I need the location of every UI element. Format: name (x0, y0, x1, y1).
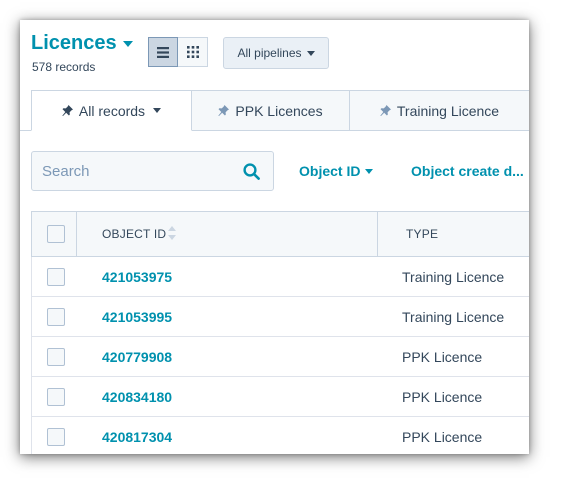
pipelines-label: All pipelines (237, 46, 302, 60)
tab-training-licence[interactable]: Training Licence (349, 90, 529, 131)
tab-label: PPK Licences (235, 102, 323, 119)
tab-label: All records (78, 102, 146, 119)
select-all-checkbox[interactable] (47, 225, 65, 243)
object-id-link[interactable]: 420817304 (102, 429, 172, 445)
caret-down-icon (153, 108, 162, 113)
object-id-link[interactable]: 421053975 (102, 269, 172, 285)
type-cell: Training Licence (402, 269, 505, 285)
pipelines-dropdown[interactable]: All pipelines (223, 37, 329, 69)
row-checkbox[interactable] (47, 308, 65, 326)
type-cell: PPK Licence (402, 429, 483, 445)
object-id-link[interactable]: 421053995 (102, 309, 172, 325)
object-id-link[interactable]: 420779908 (102, 349, 172, 365)
column-header-type[interactable]: TYPE (406, 227, 438, 241)
list-view-button[interactable] (148, 37, 178, 67)
table-row: 421053975 Training Licence (31, 257, 529, 297)
row-checkbox[interactable] (47, 348, 65, 366)
caret-down-icon (365, 168, 374, 174)
table-row: 420817304 PPK Licence (31, 417, 529, 454)
search-field (31, 151, 274, 191)
row-checkbox[interactable] (47, 388, 65, 406)
object-id-filter[interactable]: Object ID (299, 163, 374, 179)
table-row: 420834180 PPK Licence (31, 377, 529, 417)
pin-icon (218, 105, 230, 116)
filter-label: Object ID (299, 163, 361, 179)
type-cell: PPK Licence (402, 349, 483, 365)
list-view-icon (157, 46, 169, 58)
records-count: 578 records (32, 60, 96, 74)
tab-all-records[interactable]: All records (31, 90, 192, 131)
tab-label: Training Licence (396, 102, 500, 119)
filter-label: Object create d... (411, 163, 524, 179)
table-header: OBJECT ID TYPE (31, 211, 529, 257)
column-divider (76, 212, 77, 256)
column-header-object-id[interactable]: OBJECT ID (102, 227, 166, 241)
tab-ppk-licences[interactable]: PPK Licences (191, 90, 350, 131)
view-toggle (148, 37, 208, 67)
search-input[interactable] (32, 151, 234, 191)
pin-icon (62, 105, 73, 116)
table-row: 420779908 PPK Licence (31, 337, 529, 377)
grid-view-icon (186, 46, 199, 58)
page-title: Licences (31, 32, 117, 54)
board-view-button[interactable] (178, 37, 208, 67)
table-row: 421053995 Training Licence (31, 297, 529, 337)
column-divider (377, 212, 378, 256)
type-cell: Training Licence (402, 309, 505, 325)
caret-down-icon (122, 40, 133, 47)
object-create-date-filter[interactable]: Object create d... (411, 163, 524, 179)
pin-icon (380, 105, 391, 116)
caret-down-icon (306, 50, 315, 56)
licences-panel: Licences 578 records All pipelines All r… (20, 20, 529, 454)
row-checkbox[interactable] (47, 268, 65, 286)
search-icon[interactable] (243, 163, 260, 180)
type-cell: PPK Licence (402, 389, 483, 405)
object-id-link[interactable]: 420834180 (102, 389, 172, 405)
object-title-dropdown[interactable]: Licences (31, 32, 133, 55)
row-checkbox[interactable] (47, 428, 65, 446)
sort-icon[interactable] (168, 226, 176, 240)
